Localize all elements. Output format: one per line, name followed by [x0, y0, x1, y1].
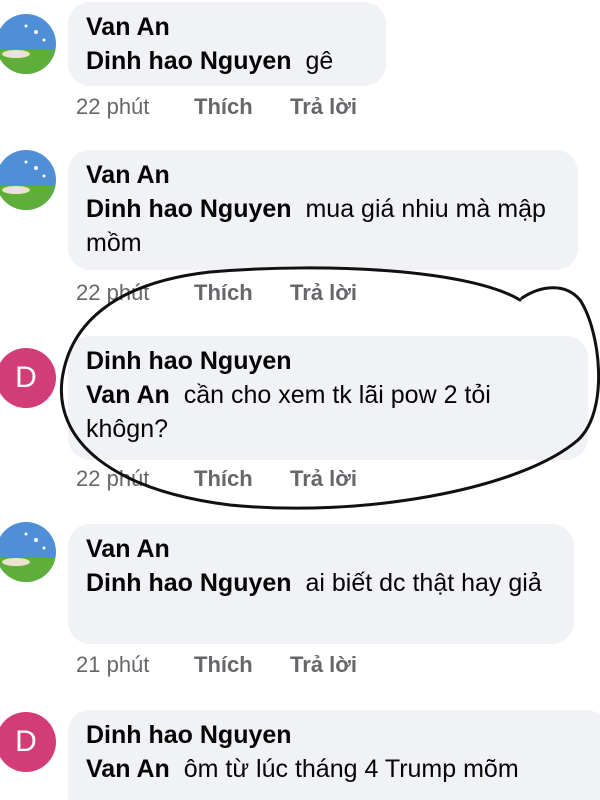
letter-avatar[interactable]: D — [0, 348, 56, 408]
comment-meta: 21 phút Thích Trả lời — [76, 652, 357, 678]
comment-bubble: Dinh hao Nguyen Van An cần cho xem tk lã… — [68, 336, 588, 460]
like-button[interactable]: Thích — [194, 466, 290, 492]
comment-body: Dinh hao Nguyen mua giá nhiu mà mập mồm — [86, 192, 560, 260]
mention-link[interactable]: Dinh hao Nguyen — [86, 195, 292, 223]
comment-timestamp[interactable]: 22 phút — [76, 280, 194, 306]
like-button[interactable]: Thích — [194, 280, 290, 306]
comment-timestamp[interactable]: 21 phút — [76, 652, 194, 678]
comment-bubble: Van An Dinh hao Nguyen ai biết dc thật h… — [68, 524, 574, 644]
mention-link[interactable]: Dinh hao Nguyen — [86, 47, 292, 75]
like-button[interactable]: Thích — [194, 94, 290, 120]
comment-text: ôm từ lúc tháng 4 Trump mõm — [183, 755, 519, 783]
comment-meta: 22 phút Thích Trả lời — [76, 94, 357, 120]
comment-body: Van An ôm từ lúc tháng 4 Trump mõm — [86, 752, 590, 786]
landscape-avatar[interactable] — [0, 14, 56, 74]
like-button[interactable]: Thích — [194, 652, 290, 678]
comment-timestamp[interactable]: 22 phút — [76, 94, 194, 120]
landscape-avatar[interactable] — [0, 150, 56, 210]
comment-body: Van An cần cho xem tk lãi pow 2 tỏi khôg… — [86, 378, 570, 446]
comment-timestamp[interactable]: 22 phút — [76, 466, 194, 492]
comment-bubble: Van An Dinh hao Nguyen gê — [68, 2, 386, 86]
reply-button[interactable]: Trả lời — [290, 652, 357, 678]
reply-button[interactable]: Trả lời — [290, 280, 357, 306]
comment-thread: Van An Dinh hao Nguyen gê 22 phút Thích Tr… — [0, 0, 600, 800]
landscape-avatar[interactable] — [0, 522, 56, 582]
comment-meta: 22 phút Thích Trả lời — [76, 280, 357, 306]
comment-text: gê — [305, 47, 334, 75]
mention-link[interactable]: Van An — [86, 381, 170, 409]
comment-bubble: Van An Dinh hao Nguyen mua giá nhiu mà m… — [68, 150, 578, 270]
comment-author[interactable]: Dinh hao Nguyen — [86, 344, 570, 378]
comment-author[interactable]: Van An — [86, 532, 556, 566]
reply-button[interactable]: Trả lời — [290, 94, 357, 120]
reply-button[interactable]: Trả lời — [290, 466, 357, 492]
comment-bubble: Dinh hao Nguyen Van An ôm từ lúc tháng 4… — [68, 710, 600, 800]
comment-author[interactable]: Van An — [86, 158, 560, 192]
comment-author[interactable]: Van An — [86, 10, 368, 44]
mention-link[interactable]: Van An — [86, 755, 170, 783]
letter-avatar[interactable]: D — [0, 712, 56, 772]
comment-meta: 22 phút Thích Trả lời — [76, 466, 357, 492]
comment-author[interactable]: Dinh hao Nguyen — [86, 718, 590, 752]
comment-text: ai biết dc thật hay giả — [305, 569, 542, 597]
comment-body: Dinh hao Nguyen gê — [86, 44, 368, 78]
comment-body: Dinh hao Nguyen ai biết dc thật hay giả — [86, 566, 556, 600]
mention-link[interactable]: Dinh hao Nguyen — [86, 569, 292, 597]
